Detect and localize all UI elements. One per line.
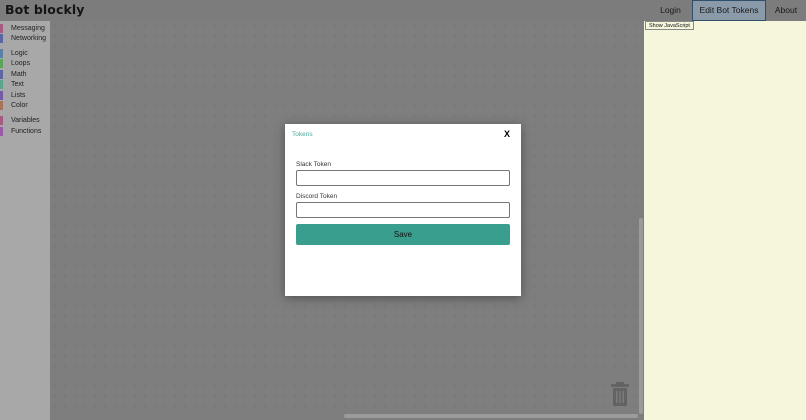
toolbox-item-label: Logic [11, 50, 28, 57]
category-color-bar [0, 101, 3, 110]
category-color-bar [0, 70, 3, 79]
category-color-bar [0, 34, 3, 43]
category-color-bar [0, 80, 3, 89]
code-output-pane [644, 21, 806, 420]
login-link[interactable]: Login [649, 0, 692, 21]
about-link[interactable]: About [766, 0, 806, 21]
toolbox-item-math[interactable]: Math [0, 70, 27, 79]
toolbox-item-label: Color [11, 102, 28, 109]
close-button[interactable]: X [504, 129, 510, 139]
slack-token-label: Slack Token [296, 161, 331, 168]
category-color-bar [0, 116, 3, 125]
discord-token-input[interactable] [296, 202, 510, 218]
workspace-vertical-scrollbar[interactable] [639, 218, 643, 414]
save-button[interactable]: Save [296, 224, 510, 245]
toolbox-item-color[interactable]: Color [0, 101, 28, 110]
category-color-bar [0, 91, 3, 100]
toolbox-item-functions[interactable]: Functions [0, 127, 41, 136]
toolbox-item-variables[interactable]: Variables [0, 116, 40, 125]
toolbox-item-networking[interactable]: Networking [0, 34, 46, 43]
category-color-bar [0, 49, 3, 58]
app-title: Bot blockly [5, 2, 85, 17]
modal-title: Tokens [292, 131, 313, 138]
edit-bot-tokens-link[interactable]: Edit Bot Tokens [692, 0, 766, 21]
category-color-bar [0, 127, 3, 136]
toolbox-item-label: Networking [11, 35, 47, 42]
toolbox-item-label: Loops [11, 60, 31, 67]
category-color-bar [0, 59, 3, 68]
toolbox-item-label: Functions [11, 128, 42, 135]
toolbox-item-lists[interactable]: Lists [0, 91, 25, 100]
blocks-toolbox: Messaging Networking Logic Loops Math Te… [0, 21, 50, 420]
toolbox-item-label: Text [11, 81, 24, 88]
top-bar: Bot blockly Login Edit Bot Tokens About [0, 0, 806, 21]
toolbox-item-label: Lists [11, 92, 26, 99]
toolbox-item-logic[interactable]: Logic [0, 49, 28, 58]
top-nav: Login Edit Bot Tokens About [649, 0, 806, 21]
show-javascript-button[interactable]: Show JavaScript [645, 21, 694, 30]
slack-token-input[interactable] [296, 170, 510, 186]
toolbox-item-text[interactable]: Text [0, 80, 24, 89]
trash-icon[interactable] [611, 382, 629, 406]
toolbox-item-label: Variables [11, 117, 40, 124]
toolbox-item-label: Math [11, 71, 27, 78]
toolbox-item-messaging[interactable]: Messaging [0, 24, 45, 33]
tokens-modal: Tokens X Slack Token Discord Token Save [285, 124, 521, 296]
discord-token-label: Discord Token [296, 193, 338, 200]
toolbox-item-label: Messaging [11, 25, 45, 32]
category-color-bar [0, 24, 3, 33]
toolbox-item-loops[interactable]: Loops [0, 59, 30, 68]
workspace-horizontal-scrollbar[interactable] [344, 414, 638, 418]
